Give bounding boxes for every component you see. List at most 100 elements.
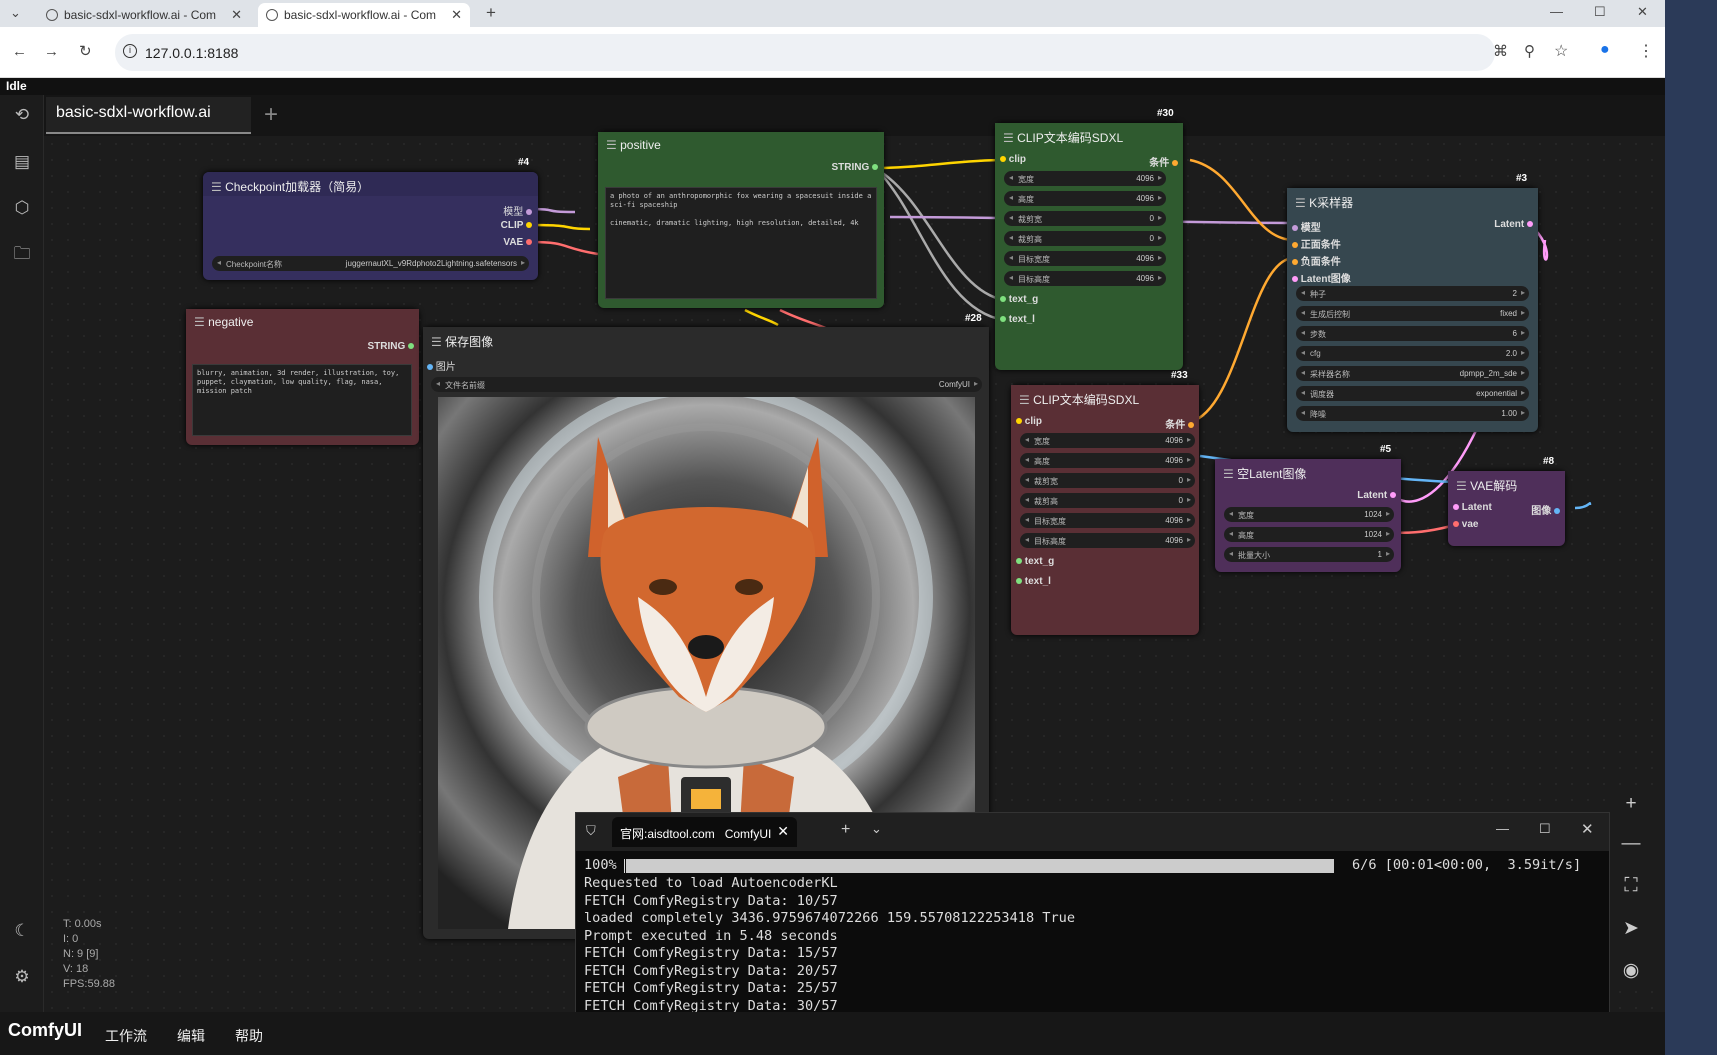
negative-prompt-node[interactable]: negative STRING blurry, animation, 3d re… bbox=[186, 309, 419, 445]
clip33-target-w-widget[interactable]: 目标宽度4096 bbox=[1020, 513, 1195, 528]
vae-decode-vae-input[interactable]: vae bbox=[1453, 519, 1478, 530]
add-workflow-button[interactable]: + bbox=[264, 101, 278, 129]
vae-decode-node[interactable]: VAE解码 Latent vae 图像 bbox=[1448, 471, 1565, 546]
clip33-text-l-input[interactable]: text_l bbox=[1016, 576, 1051, 587]
zoom-icon[interactable]: ⚲ bbox=[1524, 42, 1535, 60]
zoom-out-icon[interactable]: — bbox=[1620, 833, 1642, 855]
seed-widget[interactable]: 种子2 bbox=[1296, 286, 1529, 301]
maximize-icon[interactable]: ☐ bbox=[1539, 821, 1551, 837]
fit-view-icon[interactable]: ⛶ bbox=[1620, 875, 1642, 897]
maximize-icon[interactable]: ☐ bbox=[1594, 4, 1606, 20]
model-library-icon[interactable]: ⬡ bbox=[11, 197, 33, 219]
clip33-width-widget[interactable]: 宽度4096 bbox=[1020, 433, 1195, 448]
minimize-icon[interactable]: — bbox=[1496, 821, 1509, 836]
settings-gear-icon[interactable]: ⚙ bbox=[11, 966, 33, 988]
vae-decode-image-output[interactable]: 图像 bbox=[1531, 502, 1560, 517]
ksampler-latent-input[interactable]: Latent图像 bbox=[1292, 270, 1351, 285]
menu-workflow[interactable]: 工作流 bbox=[105, 1026, 147, 1046]
comfyui-logo: ComfyUI bbox=[8, 1020, 83, 1040]
close-window-icon[interactable]: ✕ bbox=[1637, 4, 1648, 20]
new-tab-icon[interactable]: + bbox=[841, 821, 850, 839]
positive-prompt-text[interactable]: a photo of an anthropomorphic fox wearin… bbox=[605, 187, 877, 299]
terminal-tab[interactable]: 官网:aisdtool.com ComfyUI ✕ bbox=[612, 817, 797, 847]
forward-icon[interactable]: → bbox=[44, 43, 59, 60]
clip30-width-widget[interactable]: 宽度4096 bbox=[1004, 171, 1166, 186]
clip33-cond-output[interactable]: 条件 bbox=[1165, 416, 1194, 431]
ksampler-node[interactable]: K采样器 模型 正面条件 负面条件 Latent图像 Latent 种子2 生成… bbox=[1287, 188, 1538, 432]
browser-tab-2[interactable]: basic-sdxl-workflow.ai - Com ✕ bbox=[258, 3, 470, 27]
clip-text-encode-33-node[interactable]: CLIP文本编码SDXL clip 条件 宽度4096 高度4096 裁剪宽0 … bbox=[1011, 385, 1199, 635]
empty-latent-output[interactable]: Latent bbox=[1357, 490, 1396, 501]
steps-widget[interactable]: 步数6 bbox=[1296, 326, 1529, 341]
clip33-clip-input[interactable]: clip bbox=[1016, 416, 1042, 427]
clip30-target-h-widget[interactable]: 目标高度4096 bbox=[1004, 271, 1166, 286]
back-icon[interactable]: ← bbox=[12, 43, 27, 60]
model-output[interactable]: 模型 bbox=[503, 203, 532, 218]
clip30-height-widget[interactable]: 高度4096 bbox=[1004, 191, 1166, 206]
workflows-folder-icon[interactable]: 🗀 bbox=[11, 243, 33, 265]
select-mode-icon[interactable]: ➤ bbox=[1620, 918, 1642, 940]
clip-text-encode-30-node[interactable]: CLIP文本编码SDXL clip 条件 宽度4096 高度4096 裁剪宽0 … bbox=[995, 123, 1183, 370]
close-window-icon[interactable]: ✕ bbox=[1581, 820, 1594, 838]
info-icon[interactable]: i bbox=[123, 44, 137, 58]
history-icon[interactable]: ⟲ bbox=[11, 104, 33, 126]
clip33-crop-w-widget[interactable]: 裁剪宽0 bbox=[1020, 473, 1195, 488]
clip33-crop-h-widget[interactable]: 裁剪高0 bbox=[1020, 493, 1195, 508]
clip30-text-l-input[interactable]: text_l bbox=[1000, 314, 1035, 325]
minimize-icon[interactable]: — bbox=[1550, 4, 1563, 19]
clip33-text-g-input[interactable]: text_g bbox=[1016, 556, 1054, 567]
denoise-widget[interactable]: 降噪1.00 bbox=[1296, 406, 1529, 421]
positive-prompt-node[interactable]: positive STRING a photo of an anthropomo… bbox=[598, 132, 884, 308]
profile-icon[interactable]: ● bbox=[1600, 41, 1610, 59]
new-tab-icon[interactable]: + bbox=[486, 3, 496, 23]
close-icon[interactable]: ✕ bbox=[231, 7, 242, 23]
vae-decode-latent-input[interactable]: Latent bbox=[1453, 502, 1492, 513]
close-icon[interactable]: ✕ bbox=[777, 823, 789, 840]
latent-height-widget[interactable]: 高度1024 bbox=[1224, 527, 1394, 542]
empty-latent-image-node[interactable]: 空Latent图像 Latent 宽度1024 高度1024 批量大小1 bbox=[1215, 459, 1401, 572]
filename-prefix-widget[interactable]: 文件名前缀ComfyUI bbox=[431, 377, 982, 392]
clip30-clip-input[interactable]: clip bbox=[1000, 154, 1026, 165]
cfg-widget[interactable]: cfg2.0 bbox=[1296, 346, 1529, 361]
close-icon[interactable]: ✕ bbox=[451, 7, 462, 23]
scheduler-widget[interactable]: 调度器exponential bbox=[1296, 386, 1529, 401]
control-after-generate-widget[interactable]: 生成后控制fixed bbox=[1296, 306, 1529, 321]
menu-edit[interactable]: 编辑 bbox=[177, 1026, 205, 1046]
bookmark-star-icon[interactable]: ☆ bbox=[1554, 41, 1568, 61]
clip30-text-g-input[interactable]: text_g bbox=[1000, 294, 1038, 305]
ksampler-negative-input[interactable]: 负面条件 bbox=[1292, 253, 1341, 268]
batch-size-widget[interactable]: 批量大小1 bbox=[1224, 547, 1394, 562]
checkpoint-name-widget[interactable]: Checkpoint名称juggernautXL_v9Rdphoto2Light… bbox=[212, 256, 529, 271]
toggle-links-eye-icon[interactable]: ◉ bbox=[1620, 960, 1642, 982]
clip33-height-widget[interactable]: 高度4096 bbox=[1020, 453, 1195, 468]
zoom-in-icon[interactable]: + bbox=[1620, 793, 1642, 815]
checkpoint-loader-node[interactable]: Checkpoint加载器（简易） 模型 CLIP VAE Checkpoint… bbox=[203, 172, 538, 280]
browser-tab-1[interactable]: basic-sdxl-workflow.ai - Com ✕ bbox=[38, 3, 250, 27]
clip-output[interactable]: CLIP bbox=[501, 220, 532, 231]
ksampler-positive-input[interactable]: 正面条件 bbox=[1292, 236, 1341, 251]
ksampler-latent-output[interactable]: Latent bbox=[1494, 219, 1533, 230]
clip30-crop-w-widget[interactable]: 裁剪宽0 bbox=[1004, 211, 1166, 226]
menu-dots-icon[interactable]: ⋮ bbox=[1638, 41, 1654, 61]
vae-output[interactable]: VAE bbox=[503, 237, 532, 248]
workflow-tab[interactable]: basic-sdxl-workflow.ai bbox=[46, 97, 251, 134]
tab-search-icon[interactable]: ⌄ bbox=[10, 5, 21, 21]
sampler-name-widget[interactable]: 采样器名称dpmpp_2m_sde bbox=[1296, 366, 1529, 381]
theme-moon-icon[interactable]: ☾ bbox=[11, 920, 33, 942]
chevron-down-icon[interactable]: ⌄ bbox=[871, 821, 882, 837]
clip30-target-w-widget[interactable]: 目标宽度4096 bbox=[1004, 251, 1166, 266]
positive-string-output[interactable]: STRING bbox=[831, 162, 878, 173]
clip30-cond-output[interactable]: 条件 bbox=[1149, 154, 1178, 169]
clip30-crop-h-widget[interactable]: 裁剪高0 bbox=[1004, 231, 1166, 246]
ksampler-model-input[interactable]: 模型 bbox=[1292, 219, 1321, 234]
reload-icon[interactable]: ↻ bbox=[79, 42, 92, 60]
negative-prompt-text[interactable]: blurry, animation, 3d render, illustrati… bbox=[192, 364, 412, 436]
menu-help[interactable]: 帮助 bbox=[235, 1026, 263, 1046]
image-input[interactable]: 图片 bbox=[427, 358, 456, 373]
clip33-target-h-widget[interactable]: 目标高度4096 bbox=[1020, 533, 1195, 548]
url-field[interactable]: i 127.0.0.1:8188 bbox=[115, 34, 1495, 71]
negative-string-output[interactable]: STRING bbox=[367, 341, 414, 352]
translate-icon[interactable]: ⌘ bbox=[1493, 42, 1508, 60]
latent-width-widget[interactable]: 宽度1024 bbox=[1224, 507, 1394, 522]
queue-icon[interactable]: ▤ bbox=[11, 151, 33, 173]
